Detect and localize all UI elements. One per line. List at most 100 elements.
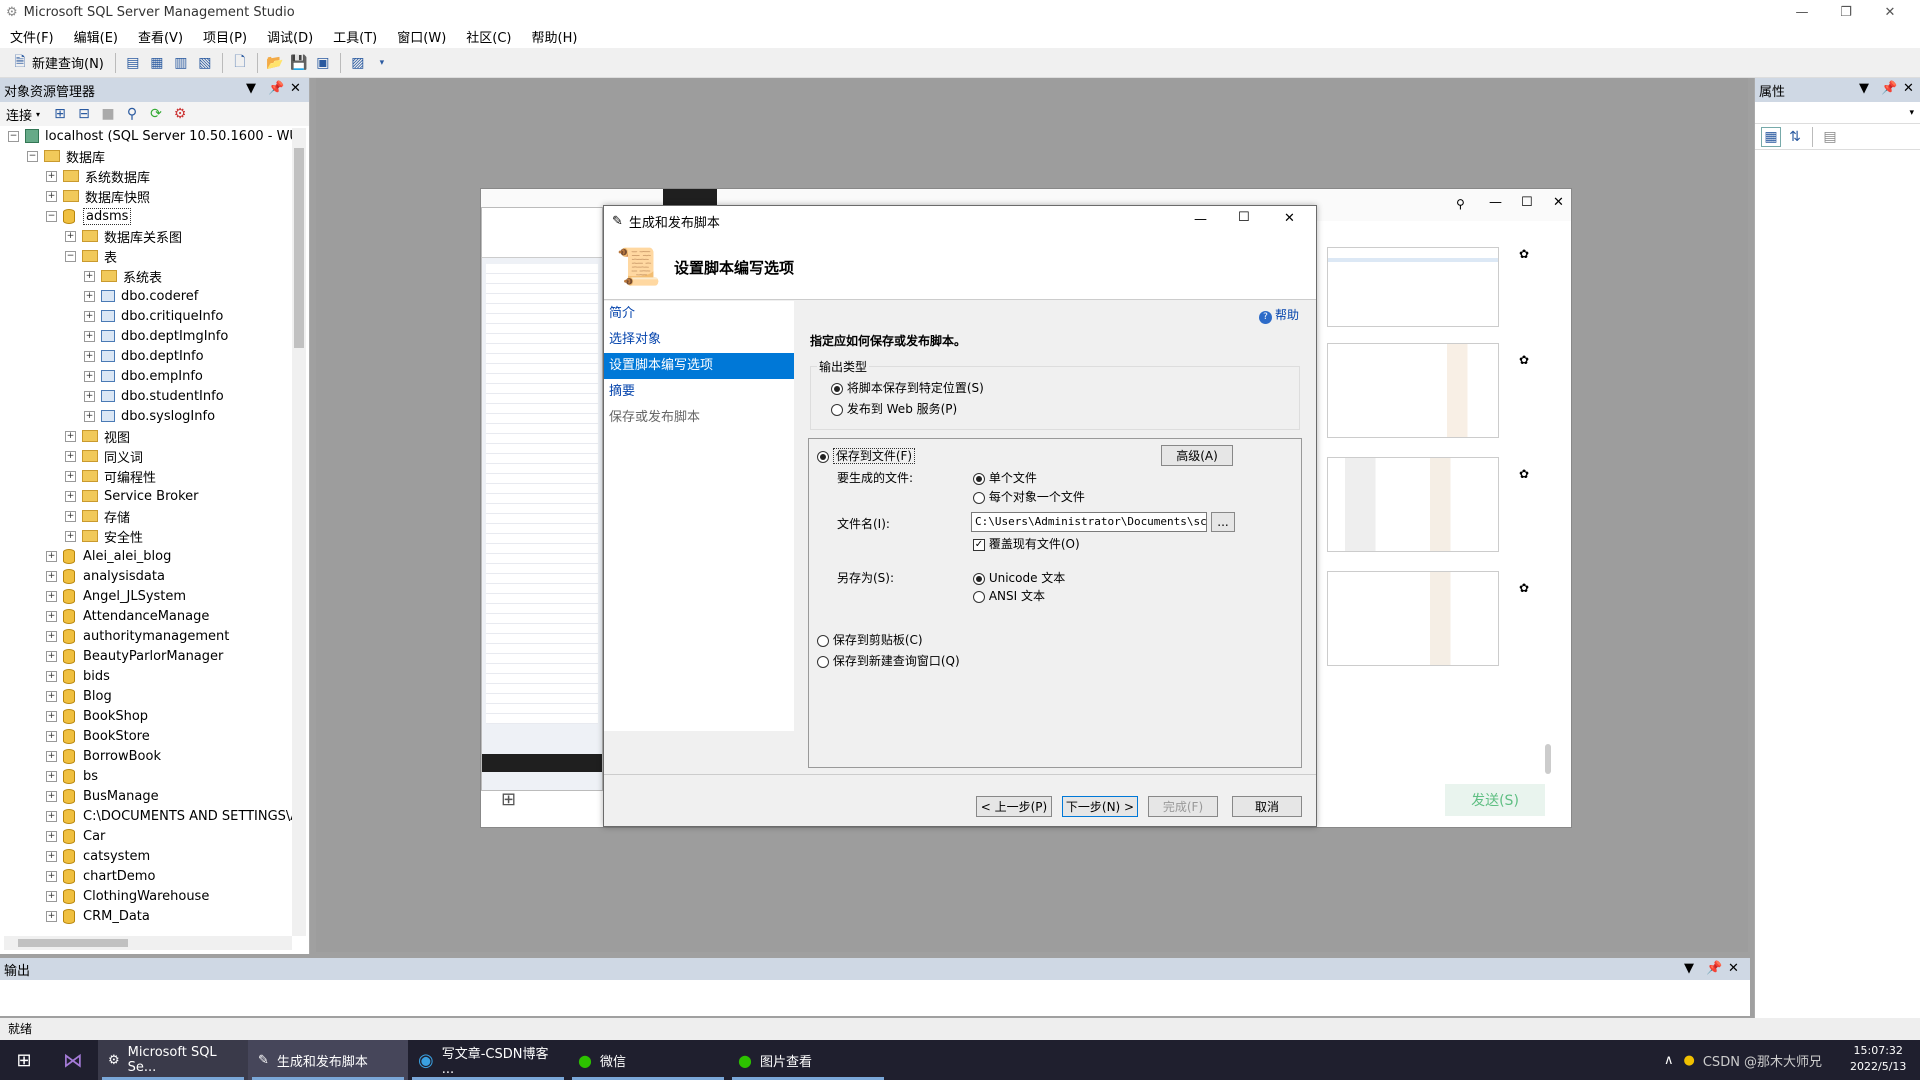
expand-icon[interactable]: + [46, 550, 57, 562]
tree-table-item[interactable]: + dbo.deptInfo [0, 346, 296, 366]
publish-web-radio[interactable]: 发布到 Web 服务(P) [831, 400, 957, 417]
menu-project[interactable]: 项目(P) [203, 27, 247, 46]
viewer-minimize-button[interactable]: — [1489, 195, 1502, 210]
expand-icon[interactable]: + [46, 670, 57, 682]
send-button[interactable]: 发送(S) [1445, 784, 1545, 816]
menu-file[interactable]: 文件(F) [10, 27, 54, 46]
save-file-radio[interactable]: 保存到文件(F) [817, 447, 916, 464]
new-query-radio[interactable]: 保存到新建查询窗口(Q) [817, 652, 960, 669]
tree-table-item[interactable]: + dbo.studentInfo [0, 386, 296, 406]
collapse-icon[interactable]: − [65, 250, 76, 262]
property-pages-icon[interactable]: ▤ [1820, 127, 1840, 147]
dropdown-icon[interactable]: ▼ [1859, 81, 1869, 96]
disconnect-icon[interactable]: ⊟ [74, 104, 94, 124]
expand-icon[interactable]: + [46, 630, 57, 642]
minimize-button[interactable]: — [1780, 0, 1824, 24]
tree-database-node[interactable]: + chartDemo [0, 866, 296, 886]
advanced-button[interactable]: 高级(A) [1161, 445, 1233, 466]
tree-database-node[interactable]: + CRM_Data [0, 906, 296, 926]
prev-button[interactable]: < 上一步(P) [976, 796, 1052, 817]
nav-script-options[interactable]: 设置脚本编写选项 [604, 353, 794, 379]
menu-view[interactable]: 查看(V) [138, 27, 183, 46]
taskbar-item-generate-scripts[interactable]: ✎ 生成和发布脚本 [248, 1040, 408, 1080]
menu-debug[interactable]: 调试(D) [267, 27, 313, 46]
activity-icon[interactable]: ⚙ [170, 104, 190, 124]
dialog-maximize-button[interactable]: ☐ [1238, 210, 1250, 225]
expand-icon[interactable]: + [46, 790, 57, 802]
expand-icon[interactable]: + [46, 910, 57, 922]
menu-community[interactable]: 社区(C) [466, 27, 511, 46]
tree-folder-node[interactable]: + 安全性 [0, 526, 296, 546]
tree-database-node[interactable]: + C:\DOCUMENTS AND SETTINGS\AD [0, 806, 296, 826]
connect-dropdown-icon[interactable]: ▾ [36, 110, 40, 119]
viewer-pin-icon[interactable]: ⚲ [1456, 197, 1465, 211]
expand-icon[interactable]: + [46, 610, 57, 622]
dialog-minimize-button[interactable]: — [1194, 212, 1207, 227]
expand-icon[interactable]: + [46, 750, 57, 762]
tree-table-item[interactable]: + dbo.coderef [0, 286, 296, 306]
expand-icon[interactable]: + [84, 350, 95, 362]
tree-database-node[interactable]: + AttendanceManage [0, 606, 296, 626]
mdx-icon[interactable]: ▥ [171, 53, 191, 73]
expand-icon[interactable]: + [46, 590, 57, 602]
browse-button[interactable]: ... [1211, 512, 1235, 532]
nav-choose-objects[interactable]: 选择对象 [604, 327, 794, 353]
expand-icon[interactable]: + [46, 830, 57, 842]
close-icon[interactable]: ✕ [1903, 81, 1914, 96]
tree-vertical-scrollbar[interactable] [292, 128, 306, 936]
expand-icon[interactable]: + [65, 430, 76, 442]
tree-adsms-node[interactable]: − adsms [0, 206, 296, 226]
expand-icon[interactable]: + [46, 170, 57, 182]
expand-icon[interactable]: + [84, 270, 95, 282]
single-file-radio[interactable]: 单个文件 [973, 469, 1037, 486]
expand-icon[interactable]: + [65, 470, 76, 482]
filename-input[interactable]: C:\Users\Administrator\Documents\script [971, 512, 1207, 532]
toolbar-overflow-icon[interactable]: ▾ [372, 53, 392, 73]
tree-table-item[interactable]: + dbo.empInfo [0, 366, 296, 386]
new-file-icon[interactable]: 🗋 [230, 53, 250, 73]
tree-folder-node[interactable]: + 同义词 [0, 446, 296, 466]
pin-icon[interactable]: 📌 [268, 81, 284, 96]
taskbar-item-wechat[interactable]: ● 微信 [568, 1040, 728, 1080]
clipboard-radio[interactable]: 保存到剪贴板(C) [817, 631, 923, 648]
help-link[interactable]: ? 帮助 [1259, 306, 1299, 324]
viewer-maximize-button[interactable]: ☐ [1521, 195, 1533, 210]
tree-database-node[interactable]: + BeautyParlorManager [0, 646, 296, 666]
dropdown-icon[interactable]: ▼ [246, 81, 256, 96]
taskbar-item-edge[interactable]: ◉ 写文章-CSDN博客 ... [408, 1040, 568, 1080]
tree-database-node[interactable]: + Angel_JLSystem [0, 586, 296, 606]
expand-icon[interactable]: + [84, 290, 95, 302]
expand-icon[interactable]: + [46, 690, 57, 702]
pin-icon[interactable]: 📌 [1706, 961, 1722, 976]
tray-app-icon[interactable]: ● [1684, 1053, 1695, 1068]
overwrite-checkbox[interactable]: ✓ 覆盖现有文件(O) [973, 535, 1080, 552]
expand-icon[interactable]: + [84, 310, 95, 322]
properties-object-select[interactable]: ▾ [1755, 102, 1920, 124]
tree-diagrams-node[interactable]: + 数据库关系图 [0, 226, 296, 246]
cancel-button[interactable]: 取消 [1232, 796, 1302, 817]
tree-server-node[interactable]: − localhost (SQL Server 10.50.1600 - WUS… [0, 126, 296, 146]
expand-icon[interactable]: + [46, 890, 57, 902]
collapse-icon[interactable]: − [8, 130, 19, 142]
expand-icon[interactable]: + [84, 410, 95, 422]
pin-icon[interactable]: 📌 [1881, 81, 1897, 96]
dialog-close-button[interactable]: ✕ [1284, 211, 1295, 226]
scrollbar-thumb[interactable] [294, 148, 304, 348]
filter-icon[interactable]: ⚲ [122, 104, 142, 124]
connect-object-icon[interactable]: ⊞ [50, 104, 70, 124]
new-query-button[interactable]: 新建查询(N) [32, 53, 104, 72]
expand-icon[interactable]: + [65, 490, 76, 502]
tree-database-node[interactable]: + BookShop [0, 706, 296, 726]
stop-icon[interactable]: ■ [98, 104, 118, 124]
expand-icon[interactable]: + [46, 850, 57, 862]
expand-icon[interactable]: + [84, 370, 95, 382]
tree-table-item[interactable]: + dbo.deptImgInfo [0, 326, 296, 346]
expand-icon[interactable]: + [65, 230, 76, 242]
tree-database-node[interactable]: + Blog [0, 686, 296, 706]
tray-chevron-icon[interactable]: ∧ [1664, 1053, 1674, 1068]
clock[interactable]: 15:07:32 2022/5/13 [1850, 1043, 1906, 1075]
expand-icon[interactable]: + [46, 730, 57, 742]
visual-studio-icon[interactable]: ⋈ [48, 1040, 98, 1080]
expand-icon[interactable]: + [84, 390, 95, 402]
thumbnail[interactable] [1327, 457, 1499, 552]
